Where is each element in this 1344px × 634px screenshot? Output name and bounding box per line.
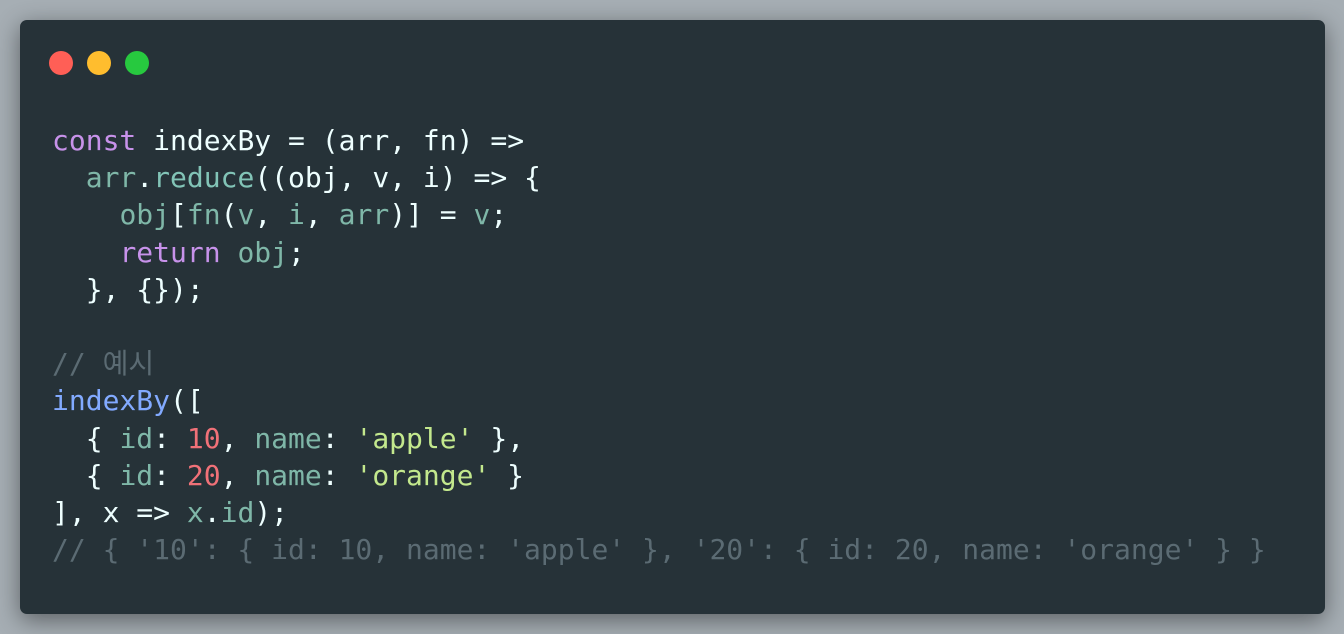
variable: obj	[237, 235, 289, 269]
code-text: },	[473, 421, 525, 455]
code-text: = (	[271, 124, 339, 157]
window-controls	[49, 51, 149, 75]
code-text: [	[170, 198, 187, 232]
code-text: :	[321, 458, 356, 492]
function-call: indexBy	[52, 384, 171, 418]
code-line: // 예시	[52, 345, 1266, 382]
maximize-button[interactable]	[125, 51, 149, 75]
code-line: // { '10': { id: 10, name: 'apple' }, '2…	[52, 531, 1266, 568]
variable: v	[473, 198, 491, 232]
code-text: .	[203, 495, 221, 529]
variable: v	[237, 198, 255, 232]
variable: x	[186, 495, 204, 529]
code-line: obj[fn(v, i, arr)] = v;	[52, 196, 1266, 233]
parameter: obj	[288, 161, 339, 195]
code-text: (	[220, 198, 238, 232]
code-text: ,	[389, 161, 423, 195]
string: 'orange'	[355, 458, 491, 492]
code-text: :	[321, 421, 356, 455]
code-line: return obj;	[52, 234, 1266, 271]
code-text: ) =>	[456, 124, 525, 157]
parameter: x	[102, 495, 120, 529]
code-text: ,	[389, 124, 423, 157]
variable: fn	[186, 198, 221, 232]
code-line: { id: 10, name: 'apple' },	[52, 420, 1266, 457]
code-block: const indexBy = (arr, fn) => arr.reduce(…	[52, 122, 1266, 568]
code-text: );	[254, 495, 289, 529]
code-line: ], x => x.id);	[52, 494, 1266, 531]
code-text: }, {});	[52, 272, 204, 306]
code-text: ,	[338, 161, 373, 195]
variable: i	[288, 198, 305, 232]
code-text: {	[52, 421, 120, 455]
property: name	[254, 421, 322, 455]
keyword: return	[119, 235, 221, 269]
property: id	[220, 495, 255, 529]
function-name: indexBy	[153, 124, 272, 157]
comment: // 예시	[52, 347, 155, 381]
close-button[interactable]	[49, 51, 73, 75]
property: name	[254, 458, 322, 492]
code-text: =>	[119, 495, 187, 529]
code-text: ,	[304, 198, 339, 232]
variable: arr	[338, 198, 390, 232]
number: 20	[186, 458, 221, 492]
method: reduce	[153, 161, 255, 195]
variable: arr	[85, 161, 137, 195]
minimize-button[interactable]	[87, 51, 111, 75]
code-line: }, {});	[52, 271, 1266, 308]
code-text: ,	[254, 198, 289, 232]
keyword: const	[52, 124, 137, 157]
code-text: ],	[52, 495, 103, 529]
code-line: arr.reduce((obj, v, i) => {	[52, 159, 1266, 196]
parameter: i	[422, 161, 440, 195]
code-text: ([	[170, 384, 204, 418]
code-text: ,	[220, 421, 255, 455]
property: id	[119, 458, 154, 492]
code-text: ,	[220, 458, 255, 492]
code-text: }	[490, 458, 525, 492]
number: 10	[186, 421, 221, 455]
code-text: ;	[288, 235, 305, 269]
variable: obj	[119, 198, 171, 232]
code-line: { id: 20, name: 'orange' }	[52, 457, 1266, 494]
code-line: const indexBy = (arr, fn) =>	[52, 122, 1266, 159]
parameter: arr	[338, 124, 390, 157]
code-window: const indexBy = (arr, fn) => arr.reduce(…	[20, 20, 1325, 614]
code-text: :	[153, 421, 187, 455]
code-text: {	[52, 458, 120, 492]
comment: // { '10': { id: 10, name: 'apple' }, '2…	[52, 533, 1266, 567]
code-text: .	[136, 161, 154, 195]
code-text: :	[153, 458, 187, 492]
parameter: v	[372, 161, 390, 195]
code-text: )] =	[389, 198, 474, 232]
parameter: fn	[422, 124, 457, 157]
code-text: ((	[254, 161, 289, 195]
property: id	[119, 421, 154, 455]
code-text: ;	[490, 198, 508, 232]
code-line: indexBy([	[52, 382, 1266, 419]
string: 'apple'	[355, 421, 474, 455]
code-text: ) => {	[439, 161, 541, 195]
